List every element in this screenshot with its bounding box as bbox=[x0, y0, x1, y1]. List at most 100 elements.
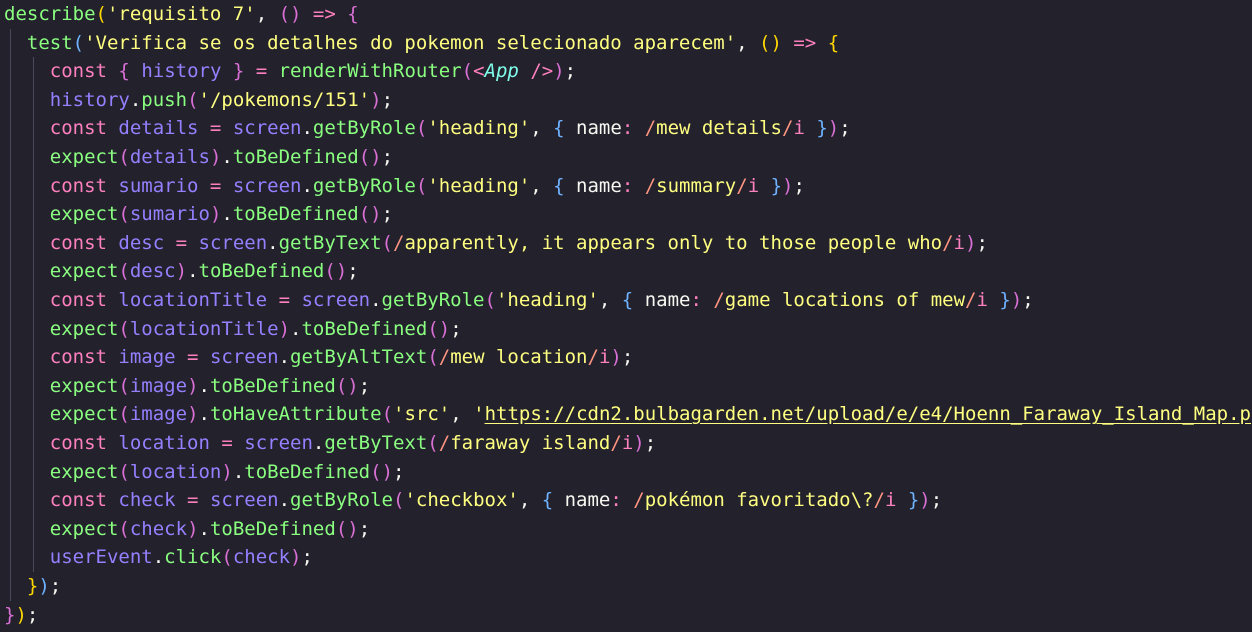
code-line[interactable]: history.push('/pokemons/151'); bbox=[4, 86, 393, 115]
code-token: . bbox=[221, 146, 233, 168]
code-token: () bbox=[335, 374, 359, 397]
code-token: describe bbox=[4, 3, 96, 25]
code-token: ( bbox=[427, 432, 439, 454]
code-token: toBeDefined bbox=[232, 203, 359, 226]
code-token: i bbox=[793, 117, 817, 140]
code-token: screen bbox=[232, 174, 302, 197]
code-token: : bbox=[610, 489, 634, 512]
code-token: / bbox=[644, 117, 657, 140]
code-token: ; bbox=[26, 603, 39, 626]
code-token: () bbox=[358, 203, 382, 226]
code-token: toBeDefined bbox=[209, 517, 336, 540]
code-token: toHaveAttribute bbox=[209, 403, 382, 426]
code-token: desc bbox=[106, 231, 176, 254]
code-token: { bbox=[541, 489, 554, 512]
code-token: details bbox=[129, 146, 210, 168]
code-editor[interactable]: describe('requisito 7', () => { test('Ve… bbox=[0, 0, 1252, 632]
code-token: const bbox=[49, 289, 107, 311]
code-token: . bbox=[152, 546, 165, 569]
code-token: / bbox=[438, 346, 451, 369]
code-line[interactable]: const locationTitle = screen.getByRole('… bbox=[4, 286, 1034, 315]
code-line[interactable]: const details = screen.getByRole('headin… bbox=[4, 114, 851, 143]
code-token: , bbox=[518, 489, 542, 512]
code-token: name bbox=[553, 489, 611, 512]
code-token: summary bbox=[656, 174, 737, 197]
code-token: ) bbox=[278, 317, 291, 340]
code-line[interactable]: const location = screen.getByText(/faraw… bbox=[4, 429, 656, 458]
code-token: image bbox=[129, 374, 188, 397]
code-token: ( bbox=[118, 146, 130, 168]
code-token: ; bbox=[644, 432, 657, 454]
code-token: . bbox=[290, 317, 302, 340]
code-token: ; bbox=[381, 146, 394, 168]
code-token: toBeDefined bbox=[232, 146, 359, 168]
code-line[interactable]: const sumario = screen.getByRole('headin… bbox=[4, 172, 805, 201]
code-token: 'Verifica se os detalhes do pokemon sele… bbox=[84, 31, 737, 54]
code-token: ( bbox=[415, 174, 428, 197]
code-token: ( bbox=[381, 403, 394, 426]
code-token: ) bbox=[290, 546, 302, 569]
code-line[interactable]: }); bbox=[4, 572, 61, 601]
code-line[interactable]: expect(location).toBeDefined(); bbox=[4, 458, 405, 487]
code-token: const bbox=[49, 346, 107, 369]
code-token: game locations of mew bbox=[724, 289, 966, 311]
code-token: ; bbox=[393, 460, 405, 483]
code-line[interactable]: describe('requisito 7', () => { bbox=[4, 0, 359, 29]
code-line[interactable]: expect(details).toBeDefined(); bbox=[4, 143, 393, 172]
code-token: const bbox=[49, 174, 107, 197]
code-token: ) bbox=[919, 489, 931, 512]
code-token: . bbox=[301, 117, 313, 140]
code-token: ) bbox=[221, 460, 233, 483]
code-token: i bbox=[747, 174, 771, 197]
code-line[interactable]: expect(sumario).toBeDefined(); bbox=[4, 200, 393, 229]
code-token: image bbox=[129, 403, 188, 426]
code-token: ) bbox=[175, 260, 188, 283]
code-token: ; bbox=[450, 317, 462, 340]
code-token: check bbox=[129, 517, 188, 540]
code-token: = bbox=[209, 174, 233, 197]
code-line[interactable]: const { history } = renderWithRouter(<Ap… bbox=[4, 57, 576, 86]
code-line[interactable]: expect(image).toHaveAttribute('src', 'ht… bbox=[4, 400, 1251, 429]
code-line[interactable]: test('Verifica se os detalhes do pokemon… bbox=[4, 29, 839, 58]
code-token: ) bbox=[187, 517, 199, 540]
code-token: } bbox=[816, 117, 828, 140]
code-token: ( bbox=[461, 60, 474, 83]
code-token: ) bbox=[827, 117, 840, 140]
code-line[interactable]: expect(check).toBeDefined(); bbox=[4, 515, 370, 544]
code-token: 'src' bbox=[393, 403, 451, 426]
code-token: getByAltText bbox=[290, 346, 428, 369]
code-token: { bbox=[621, 289, 634, 311]
code-token: ( bbox=[427, 346, 439, 369]
code-token: : bbox=[621, 174, 645, 197]
code-token: / bbox=[587, 346, 599, 369]
code-token: const bbox=[49, 60, 107, 83]
code-token: { bbox=[553, 117, 565, 140]
code-token: toBeDefined bbox=[209, 374, 336, 397]
code-token: => bbox=[781, 31, 828, 54]
code-token: ; bbox=[839, 117, 851, 140]
code-token: ) bbox=[553, 60, 565, 83]
code-line[interactable]: expect(locationTitle).toBeDefined(); bbox=[4, 315, 462, 344]
code-token: ( bbox=[118, 517, 130, 540]
code-token: . bbox=[267, 231, 279, 254]
code-token: { bbox=[553, 174, 565, 197]
code-token: ; bbox=[564, 60, 577, 83]
code-token: } bbox=[907, 489, 920, 512]
code-token: screen bbox=[209, 489, 279, 512]
code-token: ; bbox=[347, 260, 359, 283]
code-token: const bbox=[49, 432, 107, 454]
code-line[interactable]: const image = screen.getByAltText(/mew l… bbox=[4, 343, 634, 372]
code-line[interactable]: expect(desc).toBeDefined(); bbox=[4, 257, 359, 286]
code-token: screen bbox=[232, 117, 302, 140]
code-token: const bbox=[49, 117, 107, 140]
code-token: } bbox=[4, 603, 16, 626]
code-token: ) bbox=[187, 403, 199, 426]
code-line[interactable]: expect(image).toBeDefined(); bbox=[4, 372, 370, 401]
code-line[interactable]: }); bbox=[4, 601, 38, 630]
code-token: = bbox=[209, 117, 233, 140]
code-line[interactable]: userEvent.click(check); bbox=[4, 543, 313, 572]
code-line[interactable]: const desc = screen.getByText(/apparentl… bbox=[4, 229, 988, 258]
code-token: ( bbox=[392, 489, 405, 512]
code-line[interactable]: const check = screen.getByRole('checkbox… bbox=[4, 486, 942, 515]
